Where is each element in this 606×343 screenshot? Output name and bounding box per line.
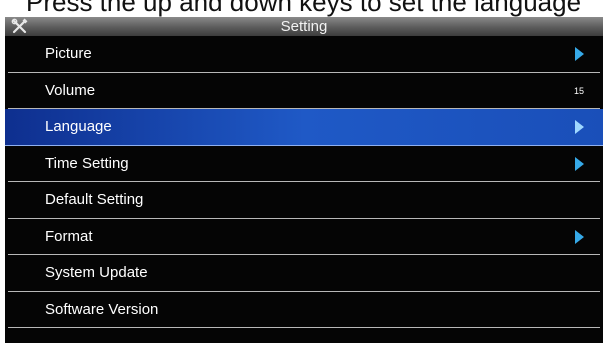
settings-menu: Picture Volume 15 Language Time Setting … (5, 36, 603, 328)
menu-item-label: Language (45, 118, 112, 135)
chevron-right-icon (575, 229, 584, 244)
menu-item-label: System Update (45, 264, 148, 281)
menu-item-default-setting[interactable]: Default Setting (8, 182, 600, 219)
menu-item-volume[interactable]: Volume 15 (8, 73, 600, 109)
page-title: Setting (280, 18, 328, 35)
chevron-right-icon (575, 156, 584, 171)
menu-item-label: Default Setting (45, 191, 144, 208)
menu-item-picture[interactable]: Picture (8, 36, 600, 73)
menu-item-time-setting[interactable]: Time Setting (8, 146, 600, 182)
volume-value: 15 (573, 85, 584, 96)
title-bar: Setting (5, 17, 603, 36)
instruction-caption: Press the up and down keys to set the la… (26, 0, 582, 17)
menu-item-language[interactable]: Language (5, 109, 603, 146)
menu-item-system-update[interactable]: System Update (8, 255, 600, 292)
chevron-right-icon (575, 120, 584, 134)
menu-item-label: Time Setting (45, 154, 129, 172)
chevron-right-icon (575, 47, 584, 61)
menu-item-software-version[interactable]: Software Version (8, 292, 600, 328)
menu-item-label: Picture (45, 45, 92, 62)
menu-item-format[interactable]: Format (8, 219, 600, 255)
menu-item-label: Volume (45, 81, 96, 99)
settings-screen: Setting Picture Volume 15 Language Time … (5, 17, 603, 343)
menu-item-label: Format (45, 227, 93, 245)
menu-item-label: Software Version (45, 300, 159, 318)
